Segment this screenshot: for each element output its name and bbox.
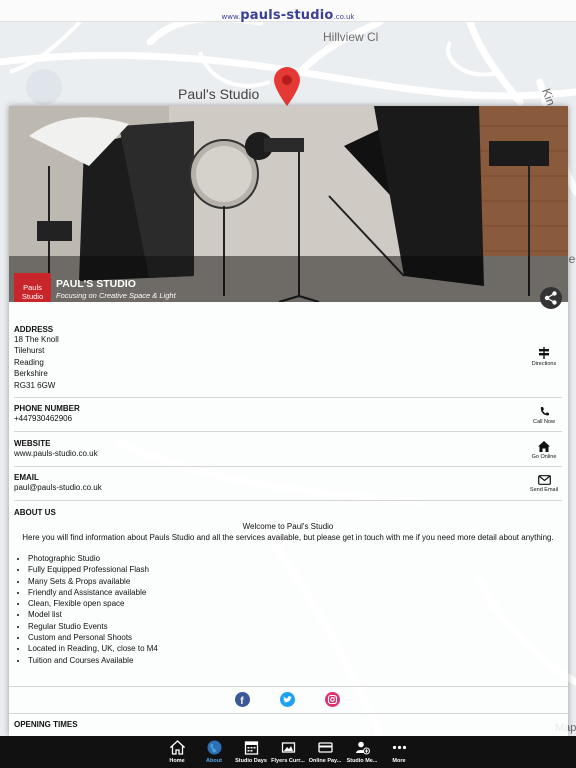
- share-button[interactable]: [540, 287, 562, 309]
- map-label: Paul's Studio: [178, 86, 260, 102]
- address-line: Tilehurst: [14, 346, 45, 356]
- divider: [9, 686, 568, 687]
- tab-label: Home: [169, 758, 185, 764]
- tab-home[interactable]: Home: [158, 740, 196, 764]
- badge-line: Pauls: [23, 283, 42, 292]
- studio-logo-badge: Pauls Studio: [14, 273, 51, 302]
- divider: [9, 713, 568, 714]
- tab-label: Studio Days: [235, 758, 267, 764]
- address-line: Berkshire: [14, 369, 48, 379]
- list-item: Clean, Flexible open space: [28, 598, 562, 609]
- twitter-button[interactable]: [280, 692, 295, 707]
- globe-icon: [207, 740, 221, 755]
- logo-name: pauls-studio: [240, 8, 334, 23]
- address-line: RG31 6GW: [14, 380, 56, 390]
- tab-studio-days[interactable]: Studio Days: [232, 740, 270, 764]
- studio-photo: [9, 106, 568, 302]
- tab-label: Studio Me...: [346, 758, 378, 764]
- hero-image: Pauls Studio PAUL'S STUDIO Focusing on Cr…: [9, 106, 568, 302]
- list-item: Fully Equipped Professional Flash: [28, 564, 562, 575]
- send-email-label: Send Email: [529, 487, 559, 493]
- business-title: PAUL'S STUDIO: [56, 278, 136, 290]
- list-item: Regular Studio Events: [28, 621, 562, 632]
- go-online-button[interactable]: Go Online: [526, 441, 562, 460]
- email-value[interactable]: paul@pauls-studio.co.uk: [14, 482, 562, 493]
- about-intro: Here you will find information about Pau…: [22, 533, 554, 542]
- facebook-icon: f: [240, 696, 244, 707]
- website-value[interactable]: www.pauls-studio.co.uk: [14, 448, 562, 459]
- instagram-icon: [327, 694, 338, 705]
- home-icon: [169, 740, 185, 755]
- call-now-label: Call Now: [532, 419, 555, 425]
- tab-more[interactable]: More: [380, 740, 418, 764]
- directions-button[interactable]: Directions: [526, 347, 562, 367]
- tab-flyers[interactable]: Flyers Curr...: [269, 740, 307, 764]
- address-line: 18 The Knoll: [14, 335, 59, 344]
- tab-label: Flyers Curr...: [271, 758, 305, 764]
- go-online-label: Go Online: [531, 454, 557, 460]
- phone-section: PHONE NUMBER +447930462906 Call Now: [14, 404, 562, 432]
- about-heading: ABOUT US: [14, 508, 56, 517]
- website-heading: WEBSITE: [14, 439, 51, 448]
- signpost-icon: [539, 347, 549, 359]
- badge-line: Studio: [21, 292, 44, 301]
- list-item: Friendly and Assistance available: [28, 587, 562, 598]
- calendar-icon: [244, 741, 258, 755]
- address-section: ADDRESS 18 The Knoll Tilehurst Reading B…: [14, 325, 562, 398]
- list-item: Photographic Studio: [28, 553, 562, 564]
- twitter-icon: [283, 696, 292, 703]
- list-item: Custom and Personal Shoots: [28, 632, 562, 643]
- opening-times-heading: OPENING TIMES: [14, 720, 78, 729]
- facebook-button[interactable]: f: [235, 692, 250, 707]
- address-heading: ADDRESS: [14, 325, 54, 334]
- opening-times-section: OPENING TIMES: [14, 720, 562, 734]
- logo-prefix: www.: [221, 13, 241, 21]
- business-subtitle: Focusing on Creative Space & Light: [56, 291, 176, 300]
- tab-label: About: [206, 758, 222, 764]
- svg-text:f: f: [240, 696, 244, 707]
- card-icon: [317, 742, 333, 753]
- tab-studio-members[interactable]: Studio Me...: [343, 740, 381, 764]
- address-line: Reading: [14, 357, 44, 367]
- app-header: www.pauls-studio.co.uk: [0, 0, 576, 23]
- tab-label: Online Pay...: [308, 758, 342, 764]
- email-section: EMAIL paul@pauls-studio.co.uk Send Email: [14, 473, 562, 501]
- list-item: Tuition and Courses Available: [28, 655, 562, 666]
- site-logo[interactable]: www.pauls-studio.co.uk: [222, 4, 355, 23]
- more-icon: [392, 745, 406, 750]
- map-label: Hillview Cl: [323, 30, 379, 44]
- share-icon: [544, 291, 557, 305]
- business-card: Pauls Studio PAUL'S STUDIO Focusing on Cr…: [9, 106, 568, 736]
- list-item: Many Sets & Props available: [28, 576, 562, 587]
- call-now-button[interactable]: Call Now: [526, 406, 562, 425]
- flyer-icon: [281, 742, 295, 753]
- tab-about[interactable]: About: [195, 740, 233, 764]
- logo-tld: .co.uk: [333, 13, 355, 21]
- tab-online-payments[interactable]: Online Pay...: [306, 740, 344, 764]
- bottom-tab-bar: Home About Studio Days Flyers Curr... On…: [0, 736, 576, 768]
- phone-value[interactable]: +447930462906: [14, 413, 562, 424]
- about-section: ABOUT US Welcome to Paul's Studio Here y…: [14, 508, 562, 680]
- tab-label: More: [392, 758, 406, 764]
- person-add-icon: [355, 741, 370, 755]
- home-icon: [538, 441, 550, 452]
- send-email-button[interactable]: Send Email: [526, 475, 562, 493]
- location-pin-icon[interactable]: [272, 65, 302, 107]
- about-welcome: Welcome to Paul's Studio: [242, 522, 334, 531]
- envelope-icon: [537, 475, 551, 485]
- website-section: WEBSITE www.pauls-studio.co.uk Go Online: [14, 439, 562, 467]
- phone-heading: PHONE NUMBER: [14, 404, 80, 413]
- feature-list: Photographic Studio Fully Equipped Profe…: [14, 553, 562, 666]
- phone-icon: [540, 407, 549, 416]
- email-heading: EMAIL: [14, 473, 39, 482]
- instagram-button[interactable]: [325, 692, 340, 707]
- list-item: Located in Reading, UK, close to M4: [28, 643, 562, 654]
- list-item: Model list: [28, 609, 562, 620]
- directions-label: Directions: [531, 361, 557, 367]
